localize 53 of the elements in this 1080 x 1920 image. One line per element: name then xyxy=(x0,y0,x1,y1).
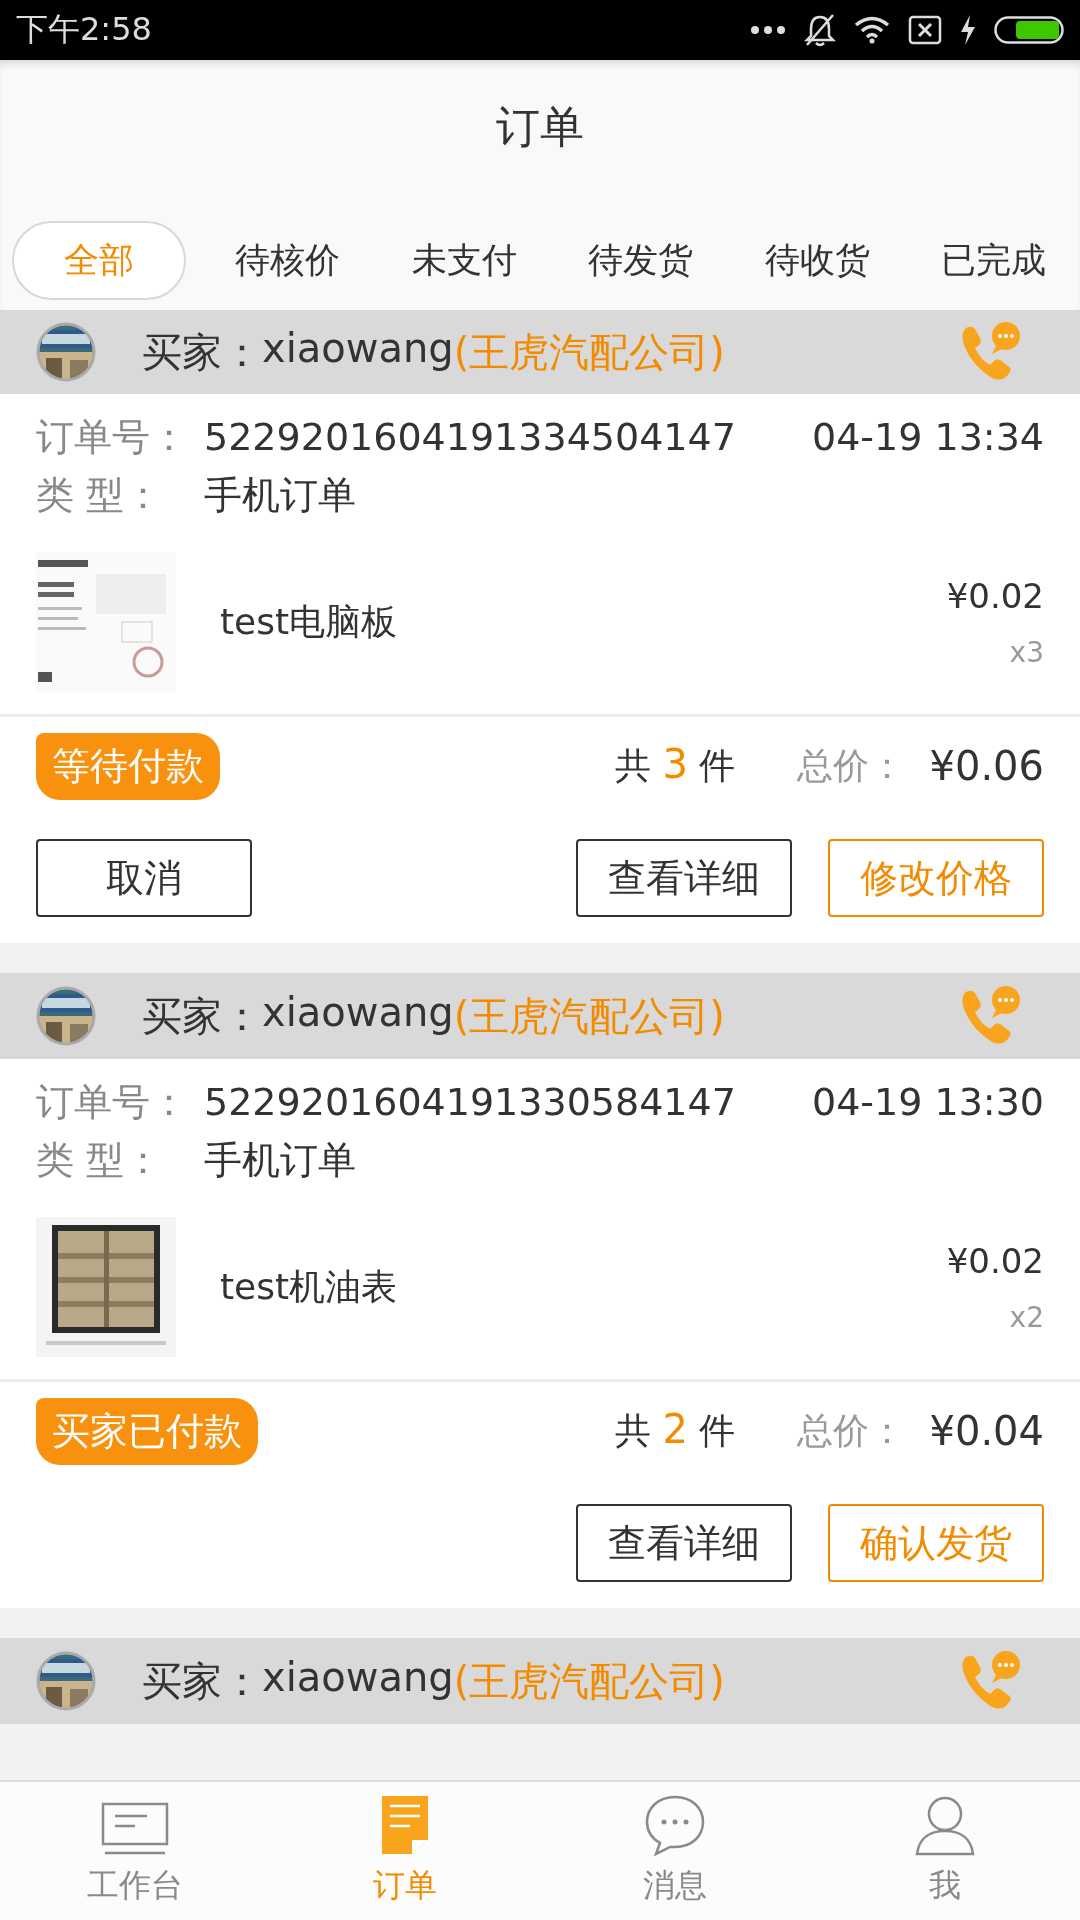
type-label: 类 型： xyxy=(36,471,164,519)
product-quantity: x2 xyxy=(1009,1300,1044,1334)
total-price: ¥0.06 xyxy=(929,743,1044,789)
filter-tab[interactable]: 待发货 xyxy=(566,221,716,300)
type-label: 类 型： xyxy=(36,1136,164,1184)
document-icon[interactable] xyxy=(380,1794,430,1856)
page-title: 订单 xyxy=(496,100,584,154)
filter-tab[interactable]: 待核价 xyxy=(213,221,363,300)
order-type: 手机订单 xyxy=(204,471,357,519)
cancel-button[interactable]: 取消 xyxy=(36,839,252,917)
buyer-name: xiaowang xyxy=(262,324,454,373)
sim-off-icon xyxy=(908,15,942,45)
buyer-name: xiaowang xyxy=(262,988,454,1037)
battery-icon xyxy=(994,16,1064,44)
buyer-label: 买家： xyxy=(142,327,262,377)
details-button[interactable]: 查看详细 xyxy=(576,1504,792,1582)
order-time: 04-19 13:34 xyxy=(812,415,1044,459)
details-button[interactable]: 查看详细 xyxy=(576,839,792,917)
order-number: 5229201604191330584147 xyxy=(204,1080,737,1124)
company-name: (王虎汽配公司) xyxy=(453,1656,725,1706)
filter-tab[interactable]: 已完成 xyxy=(918,221,1068,300)
order-type: 手机订单 xyxy=(204,1136,357,1184)
person-icon[interactable] xyxy=(914,1794,976,1856)
buyer-label: 买家： xyxy=(142,991,262,1041)
status-badge: 等待付款 xyxy=(36,732,220,800)
buyer-label: 买家： xyxy=(142,1656,262,1706)
company-name: (王虎汽配公司) xyxy=(453,991,725,1041)
order-number-label: 订单号： xyxy=(36,1078,189,1126)
total-label: 总价： xyxy=(797,743,906,788)
clock-text: 下午2:58 xyxy=(16,9,152,50)
product-price: ¥0.02 xyxy=(946,1240,1044,1281)
order-number: 5229201604191334504147 xyxy=(204,415,737,459)
wifi-icon xyxy=(854,16,890,44)
monitor-icon[interactable] xyxy=(101,1802,169,1856)
chat-icon[interactable] xyxy=(644,1794,706,1856)
buyer-name: xiaowang xyxy=(262,1653,454,1702)
charging-icon xyxy=(960,15,976,45)
product-name: test电脑板 xyxy=(220,599,399,644)
bell-muted-icon xyxy=(804,13,836,47)
order-number-label: 订单号： xyxy=(36,413,189,461)
item-count: 共 2 件 xyxy=(615,1406,736,1454)
company-name: (王虎汽配公司) xyxy=(453,327,725,377)
product-quantity: x3 xyxy=(1009,635,1044,669)
product-price: ¥0.02 xyxy=(946,575,1044,616)
total-label: 总价： xyxy=(797,1408,906,1453)
item-count: 共 3 件 xyxy=(615,741,736,789)
product-name: test机油表 xyxy=(220,1264,399,1309)
more-icon xyxy=(750,25,786,35)
filter-tab[interactable]: 未支付 xyxy=(389,221,539,300)
filter-tab[interactable]: 待收货 xyxy=(742,221,892,300)
status-badge: 买家已付款 xyxy=(36,1397,258,1465)
total-price: ¥0.04 xyxy=(929,1408,1044,1454)
order-time: 04-19 13:30 xyxy=(812,1080,1044,1124)
